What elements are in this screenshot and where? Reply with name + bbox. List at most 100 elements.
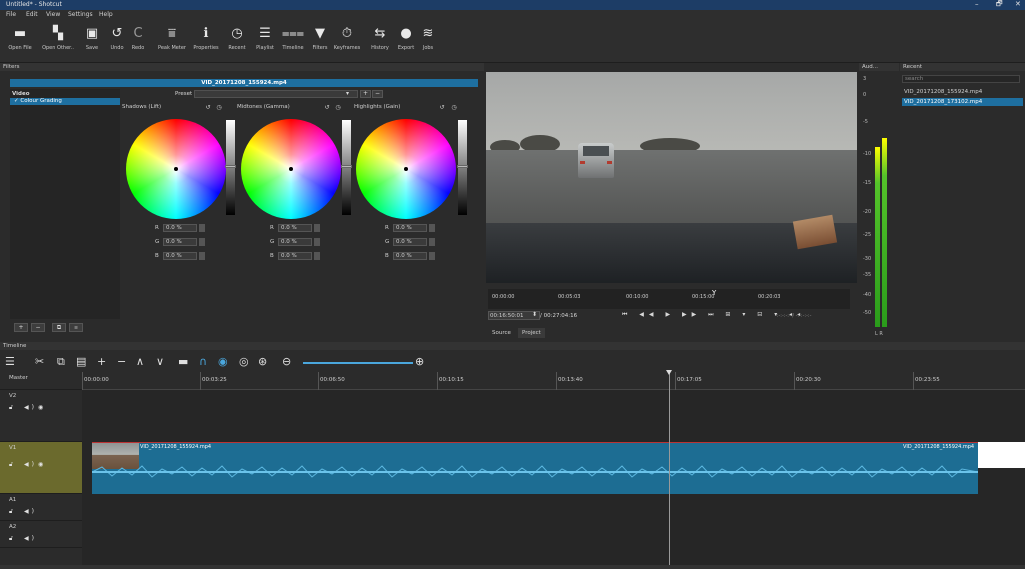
remove-filter-button[interactable]: − xyxy=(31,323,45,332)
spin-icon[interactable] xyxy=(199,238,205,246)
copy-icon[interactable]: ⧉ xyxy=(57,355,65,369)
shadows-luma-slider[interactable] xyxy=(225,120,236,215)
midtones-color-wheel[interactable] xyxy=(241,119,341,219)
menu-file[interactable]: File xyxy=(6,11,16,18)
midtones-g-field[interactable]: G 0.0 % xyxy=(270,238,320,246)
tab-source[interactable]: Source xyxy=(488,328,515,338)
spin-icon[interactable] xyxy=(314,224,320,232)
tab-project[interactable]: Project xyxy=(518,328,545,338)
highlights-b-field[interactable]: B 0.0 % xyxy=(385,252,435,260)
wheel-handle[interactable] xyxy=(174,167,178,171)
lock-icon[interactable]: 🔓︎ xyxy=(9,461,16,469)
track-a1[interactable]: A1 🔓︎ ◀) xyxy=(0,494,82,521)
remove-icon[interactable]: − xyxy=(117,355,126,368)
keyframe-icon[interactable]: ◷ xyxy=(449,103,459,112)
slider-handle[interactable] xyxy=(457,165,468,168)
eye-icon[interactable]: ◉ xyxy=(38,404,46,411)
keyframe-icon[interactable]: ◷ xyxy=(214,103,224,112)
copy-filter-button[interactable]: ⧉ xyxy=(52,323,66,332)
shadows-g-field[interactable]: G 0.0 % xyxy=(155,238,205,246)
midtones-luma-slider[interactable] xyxy=(341,120,352,215)
timeline-ruler[interactable]: 00:00:00 00:03:25 00:06:50 00:10:15 00:1… xyxy=(82,372,1025,390)
lock-icon[interactable]: 🔓︎ xyxy=(9,404,16,412)
eye-icon[interactable]: ◉ xyxy=(38,461,46,468)
spin-icon[interactable]: ⬍ xyxy=(532,311,537,318)
delete-preset-button[interactable]: − xyxy=(372,90,383,98)
paste-icon[interactable]: ▤ xyxy=(76,355,86,368)
zoom-slider[interactable] xyxy=(303,362,413,364)
ripple-all-icon[interactable]: ⊛ xyxy=(258,355,267,368)
minimize-button[interactable]: – xyxy=(975,0,979,8)
snap-icon[interactable]: ∩ xyxy=(199,355,207,368)
overwrite-icon[interactable]: ∨ xyxy=(156,355,164,368)
mute-icon[interactable]: ◀) xyxy=(24,508,37,515)
add-filter-button[interactable]: + xyxy=(14,323,28,332)
deselect-filter-button[interactable]: ▪ xyxy=(69,323,83,332)
append-icon[interactable]: + xyxy=(97,355,106,368)
track-master[interactable]: Master xyxy=(0,372,82,390)
playhead-marker-icon[interactable] xyxy=(666,370,672,375)
split-icon[interactable]: ▬ xyxy=(178,355,188,368)
filter-list[interactable]: Video ✓ Colour Grading xyxy=(10,89,120,319)
preset-label: Preset xyxy=(175,91,193,97)
timeline-playhead[interactable] xyxy=(669,372,670,569)
recent-search-input[interactable]: search xyxy=(902,75,1020,83)
preset-combo[interactable] xyxy=(194,90,358,98)
mute-icon[interactable]: ◀) xyxy=(24,461,37,468)
midtones-r-field[interactable]: R 0.0 % xyxy=(270,224,320,232)
lock-icon[interactable]: 🔓︎ xyxy=(9,535,16,543)
lock-icon[interactable]: 🔓︎ xyxy=(9,508,16,516)
undo-icon[interactable]: ↺ xyxy=(203,103,213,112)
menu-help[interactable]: Help xyxy=(99,11,113,18)
lift-icon[interactable]: ∧ xyxy=(136,355,144,368)
zoom-out-icon[interactable]: ⊖ xyxy=(282,355,291,368)
save-preset-button[interactable]: + xyxy=(360,90,371,98)
slider-handle[interactable] xyxy=(225,165,236,168)
spin-icon[interactable] xyxy=(314,252,320,260)
jobs-button[interactable]: ≋ Jobs xyxy=(408,23,448,61)
menu-edit[interactable]: Edit xyxy=(26,11,38,18)
shadows-b-field[interactable]: B 0.0 % xyxy=(155,252,205,260)
spin-icon[interactable] xyxy=(199,252,205,260)
track-v1[interactable]: V1 🔓︎ ◀) ◉ xyxy=(0,442,82,494)
mute-icon[interactable]: ◀) xyxy=(24,535,37,542)
highlights-r-field[interactable]: R 0.0 % xyxy=(385,224,435,232)
menu-view[interactable]: View xyxy=(46,11,60,18)
open-file-button[interactable]: ▬ Open File xyxy=(0,23,40,61)
highlights-g-field[interactable]: G 0.0 % xyxy=(385,238,435,246)
audio-meter-title: Aud... xyxy=(859,63,899,71)
keyframe-icon[interactable]: ◷ xyxy=(333,103,343,112)
spin-icon[interactable] xyxy=(314,238,320,246)
zoom-in-icon[interactable]: ⊕ xyxy=(415,355,424,368)
menu-icon[interactable]: ☰ xyxy=(5,355,15,368)
wheel-handle[interactable] xyxy=(404,167,408,171)
scrub-icon[interactable]: ◉ xyxy=(218,355,228,368)
undo-icon[interactable]: ↺ xyxy=(322,103,332,112)
spin-icon[interactable] xyxy=(429,252,435,260)
recent-item[interactable]: VID_20171208_173102.mp4 xyxy=(902,98,1023,106)
timeline-scrollbar[interactable] xyxy=(0,565,1025,569)
scrub-bar[interactable]: 00:00:00 00:05:03 00:10:00 00:15:00 00:2… xyxy=(488,289,850,309)
track-v2[interactable]: V2 🔓︎ ◀) ◉ xyxy=(0,390,82,442)
menu-settings[interactable]: Settings xyxy=(68,11,93,18)
highlights-color-wheel[interactable] xyxy=(356,119,456,219)
highlights-luma-slider[interactable] xyxy=(457,120,468,215)
spin-icon[interactable] xyxy=(429,224,435,232)
close-button[interactable]: ✕ xyxy=(1015,0,1021,8)
slider-handle[interactable] xyxy=(341,165,352,168)
ripple-icon[interactable]: ◎ xyxy=(239,355,249,368)
recent-item[interactable]: VID_20171208_155924.mp4 xyxy=(902,88,1023,96)
spin-icon[interactable] xyxy=(429,238,435,246)
undo-icon[interactable]: ↺ xyxy=(437,103,447,112)
timeline-clip[interactable]: VID_20171208_155924.mp4 VID_20171208_155… xyxy=(92,442,978,494)
shadows-color-wheel[interactable] xyxy=(126,119,226,219)
midtones-b-field[interactable]: B 0.0 % xyxy=(270,252,320,260)
filter-item-colour-grading[interactable]: ✓ Colour Grading xyxy=(10,98,120,105)
track-a2[interactable]: A2 🔓︎ ◀) xyxy=(0,521,82,548)
scrub-playhead[interactable]: Y xyxy=(712,289,716,297)
cut-icon[interactable]: ✂ xyxy=(35,355,44,368)
spin-icon[interactable] xyxy=(199,224,205,232)
mute-icon[interactable]: ◀) xyxy=(24,404,37,411)
wheel-handle[interactable] xyxy=(289,167,293,171)
shadows-r-field[interactable]: R 0.0 % xyxy=(155,224,205,232)
